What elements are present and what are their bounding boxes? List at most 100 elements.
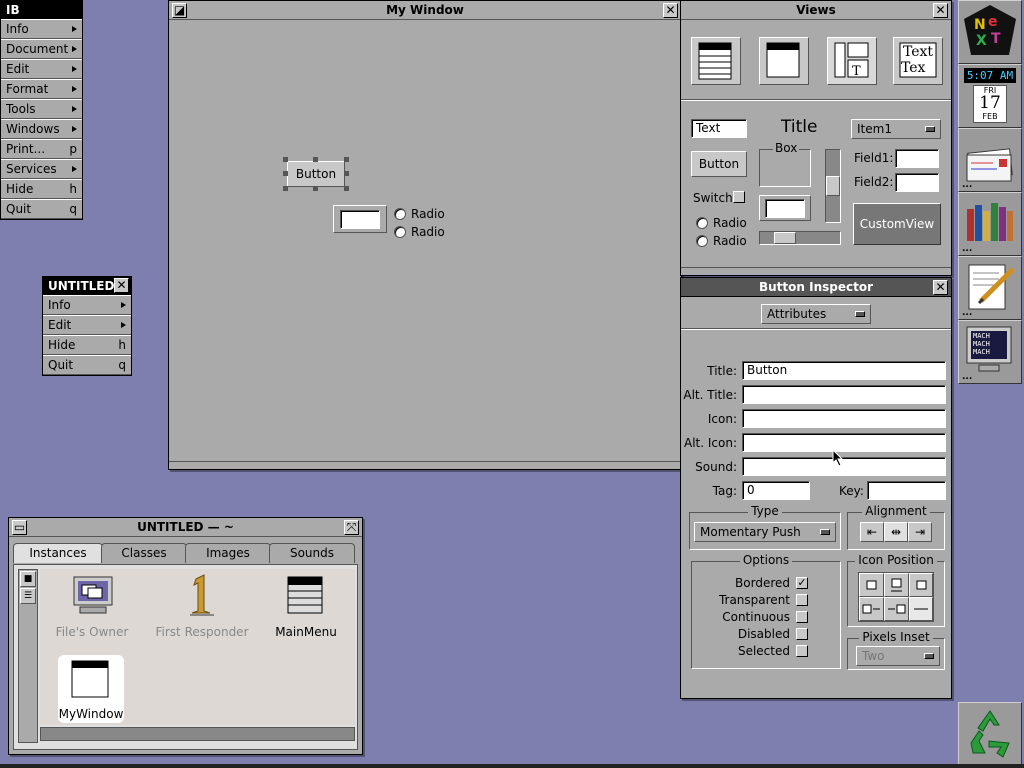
tag-input[interactable]: 0	[742, 481, 810, 500]
field1-input[interactable]	[895, 149, 939, 168]
menu-item-info[interactable]: Info	[43, 295, 131, 315]
icon-position-title-only[interactable]	[909, 597, 933, 621]
resize-handle[interactable]	[283, 157, 288, 162]
alt-icon-input[interactable]	[742, 433, 946, 452]
resize-handle[interactable]	[344, 171, 349, 176]
radio-sample[interactable]	[696, 235, 708, 247]
mywindow-item[interactable]: MyWindow	[58, 655, 124, 723]
resize-handle[interactable]	[283, 171, 288, 176]
dock-edit[interactable]: ...	[958, 256, 1022, 320]
close-icon[interactable]: ✕	[933, 3, 948, 18]
option-checkbox-selected[interactable]	[796, 645, 808, 657]
palette-windows-button[interactable]	[759, 37, 809, 85]
icon-position-only-icon[interactable]	[859, 573, 884, 597]
views-titlebar[interactable]: Views ✕	[681, 1, 951, 20]
tab-instances[interactable]: Instances	[13, 543, 103, 563]
pixels-inset-popup[interactable]: Two	[856, 646, 940, 666]
sample-text-field[interactable]	[340, 210, 380, 229]
text-field-sample[interactable]: Text	[691, 119, 747, 138]
resize-handle[interactable]	[283, 186, 288, 191]
close-icon[interactable]: ✕	[933, 280, 948, 295]
horizontal-scrollbar[interactable]	[40, 727, 355, 741]
alt-title-input[interactable]	[742, 385, 946, 404]
radio-button[interactable]	[394, 226, 406, 238]
slider-horizontal-sample[interactable]	[759, 231, 841, 245]
first-responder-item[interactable]: First Responder	[154, 573, 250, 639]
menu-item-edit[interactable]: Edit	[1, 59, 82, 79]
menu-item-info[interactable]: Info	[1, 19, 82, 39]
resize-handle[interactable]	[313, 186, 318, 191]
menu-item-edit[interactable]: Edit	[43, 315, 131, 335]
icon-position-group-title: Icon Position	[848, 553, 944, 567]
button-sample[interactable]: Button	[691, 151, 747, 177]
icon-position-no-title[interactable]	[909, 573, 933, 597]
close-icon[interactable]: ✕	[114, 278, 129, 293]
icon-view-button[interactable]: ■	[20, 571, 36, 587]
resize-handle[interactable]	[313, 157, 318, 162]
menu-item-services[interactable]: Services	[1, 159, 82, 179]
popup-button-sample[interactable]: Item1	[851, 119, 941, 139]
tab-sounds[interactable]: Sounds	[269, 543, 355, 563]
inspector-mode-popup[interactable]: Attributes	[761, 304, 871, 324]
outline-view-button[interactable]: ☰	[20, 588, 36, 604]
type-popup[interactable]: Momentary Push	[694, 522, 836, 542]
resize-handle[interactable]	[344, 157, 349, 162]
inspector-titlebar[interactable]: Button Inspector ✕	[681, 278, 951, 297]
option-checkbox-continuous[interactable]	[796, 611, 808, 623]
customview-sample[interactable]: CustomView	[853, 203, 941, 245]
sound-input[interactable]	[742, 457, 946, 476]
dock-library[interactable]: ...	[958, 192, 1022, 256]
switch-sample[interactable]	[733, 191, 745, 203]
tab-images[interactable]: Images	[185, 543, 271, 563]
dock-clock[interactable]: 5:07 AM FRI 17 FEB	[958, 64, 1022, 128]
my-window-titlebar[interactable]: ◪ My Window ✕	[169, 1, 681, 20]
popup-indicator-icon	[820, 529, 830, 535]
resize-handle[interactable]	[344, 186, 349, 191]
icon-position-above[interactable]	[884, 573, 909, 597]
slider-vertical-sample[interactable]	[825, 149, 841, 223]
palette-menus-button[interactable]	[691, 37, 741, 85]
resize-bar[interactable]	[169, 461, 681, 469]
title-input[interactable]: Button	[742, 361, 946, 380]
dock-terminal[interactable]: MACH MACH MACH ...	[958, 320, 1022, 384]
palette-text-button[interactable]: Text Tex	[893, 37, 943, 85]
document-titlebar[interactable]: ▭ UNTITLED — ~ ⤧	[9, 518, 362, 537]
miniaturize-icon[interactable]: ◪	[172, 3, 187, 18]
key-input[interactable]	[867, 481, 946, 500]
slider-knob[interactable]	[826, 176, 840, 196]
miniaturize-icon[interactable]: ▭	[12, 520, 27, 535]
radio-button[interactable]	[394, 208, 406, 220]
dock-next-logo[interactable]: NeXT	[958, 0, 1022, 64]
close-icon[interactable]: ✕	[663, 3, 678, 18]
option-checkbox-transparent[interactable]	[796, 594, 808, 606]
menu-item-tools[interactable]: Tools	[1, 99, 82, 119]
menu-item-print[interactable]: Print... p	[1, 139, 82, 159]
dock-mail[interactable]: ...	[958, 128, 1022, 192]
field2-input[interactable]	[895, 173, 939, 192]
align-right-button[interactable]: ⇥	[908, 522, 932, 542]
textfield-sample[interactable]	[765, 199, 805, 218]
palette-views-button[interactable]: T	[827, 37, 877, 85]
menu-item-quit[interactable]: Quit q	[1, 199, 82, 219]
files-owner-item[interactable]: File's Owner	[48, 573, 136, 639]
option-checkbox-disabled[interactable]	[796, 628, 808, 640]
menu-item-hide[interactable]: Hide h	[43, 335, 131, 355]
menu-item-hide[interactable]: Hide h	[1, 179, 82, 199]
radio-sample[interactable]	[696, 217, 708, 229]
slider-knob[interactable]	[774, 232, 796, 244]
close-icon[interactable]: ⤧	[344, 520, 359, 535]
first-responder-icon	[190, 574, 214, 616]
icon-position-left[interactable]	[859, 597, 884, 621]
menu-item-document[interactable]: Document	[1, 39, 82, 59]
tab-classes[interactable]: Classes	[101, 543, 187, 563]
icon-input[interactable]	[742, 409, 946, 428]
menu-item-format[interactable]: Format	[1, 79, 82, 99]
align-center-button[interactable]: ⇹	[884, 522, 908, 542]
mainmenu-item[interactable]: MainMenu	[266, 573, 346, 639]
dock-recycler[interactable]	[958, 702, 1022, 766]
icon-position-right[interactable]	[884, 597, 909, 621]
menu-item-quit[interactable]: Quit q	[43, 355, 131, 375]
option-checkbox-bordered[interactable]: ✓	[796, 577, 808, 589]
align-left-button[interactable]: ⇤	[860, 522, 884, 542]
menu-item-windows[interactable]: Windows	[1, 119, 82, 139]
